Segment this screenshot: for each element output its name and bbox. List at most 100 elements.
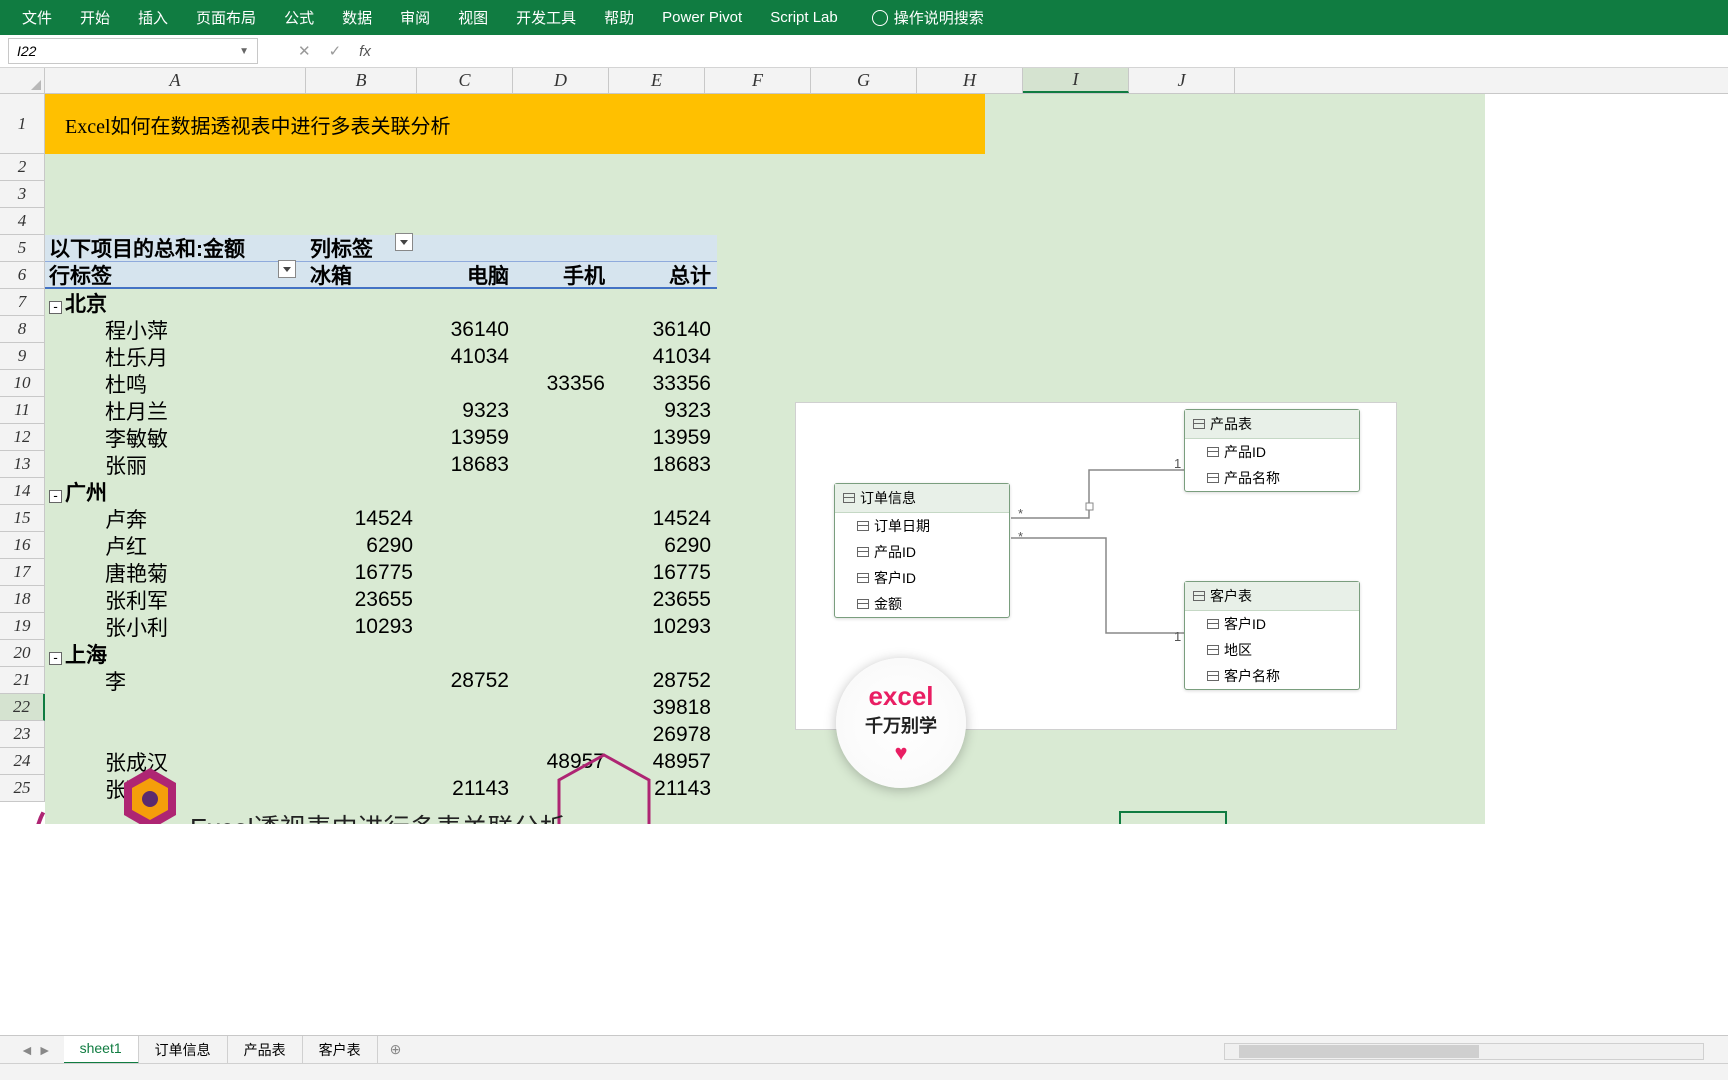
title-cell[interactable]: Excel如何在数据透视表中进行多表关联分析 xyxy=(45,94,985,154)
add-sheet-button[interactable]: ⊕ xyxy=(378,1037,414,1062)
sheet-tab-产品表[interactable]: 产品表 xyxy=(228,1036,303,1064)
lightbulb-icon xyxy=(872,10,888,26)
row-header-9[interactable]: 9 xyxy=(0,343,45,370)
ribbon-tab-插入[interactable]: 插入 xyxy=(124,0,182,35)
row-header-1[interactable]: 1 xyxy=(0,94,45,154)
erd-order-title: 订单信息 xyxy=(860,488,916,508)
col-header-B[interactable]: B xyxy=(306,68,417,93)
row-header-12[interactable]: 12 xyxy=(0,424,45,451)
fx-icon[interactable]: fx xyxy=(359,43,371,60)
tell-me-search[interactable]: 操作说明搜索 xyxy=(894,7,984,28)
col-header-J[interactable]: J xyxy=(1129,68,1235,93)
col-filter-dropdown[interactable] xyxy=(395,233,413,251)
col-header-G[interactable]: G xyxy=(811,68,917,93)
row-header-4[interactable]: 4 xyxy=(0,208,45,235)
table-icon xyxy=(1193,419,1205,429)
row-header-15[interactable]: 15 xyxy=(0,505,45,532)
collapse-icon[interactable]: - xyxy=(49,490,62,503)
formula-bar: I22 ▼ ✕ ✓ fx xyxy=(0,35,1728,68)
row-header-8[interactable]: 8 xyxy=(0,316,45,343)
row-header-5[interactable]: 5 xyxy=(0,235,45,262)
row-header-18[interactable]: 18 xyxy=(0,586,45,613)
erd-table-order[interactable]: 订单信息 订单日期产品ID客户ID金额 xyxy=(834,483,1010,618)
row-header-17[interactable]: 17 xyxy=(0,559,45,586)
row-header-25[interactable]: 25 xyxy=(0,775,45,802)
name-box[interactable]: I22 ▼ xyxy=(8,38,258,64)
worksheet-area[interactable]: 1Excel如何在数据透视表中进行多表关联分析23456789101112131… xyxy=(0,94,1728,824)
row-header-21[interactable]: 21 xyxy=(0,667,45,694)
row-header-13[interactable]: 13 xyxy=(0,451,45,478)
svg-text:*: * xyxy=(1018,529,1023,544)
video-caption: Excel透视表中进行多表关联分析 录制：千万别学Excel xyxy=(186,804,570,824)
svg-text:*: * xyxy=(1018,506,1023,521)
ribbon-tab-Power Pivot[interactable]: Power Pivot xyxy=(648,0,756,35)
ribbon-tab-视图[interactable]: 视图 xyxy=(444,0,502,35)
select-all-corner[interactable] xyxy=(0,68,45,93)
erd-field[interactable]: 客户ID xyxy=(835,565,1009,591)
row-header-7[interactable]: 7 xyxy=(0,289,45,316)
erd-field[interactable]: 订单日期 xyxy=(835,513,1009,539)
erd-table-customer[interactable]: 客户表 客户ID地区客户名称 xyxy=(1184,581,1360,690)
row-header-3[interactable]: 3 xyxy=(0,181,45,208)
row-header-2[interactable]: 2 xyxy=(0,154,45,181)
erd-field[interactable]: 地区 xyxy=(1185,637,1359,663)
row-header-23[interactable]: 23 xyxy=(0,721,45,748)
erd-field[interactable]: 金额 xyxy=(835,591,1009,617)
caption-title: Excel透视表中进行多表关联分析 xyxy=(190,808,566,824)
erd-customer-title: 客户表 xyxy=(1210,586,1252,606)
erd-field[interactable]: 产品名称 xyxy=(1185,465,1359,491)
field-icon xyxy=(857,599,869,609)
ribbon-tab-页面布局[interactable]: 页面布局 xyxy=(182,0,270,35)
field-icon xyxy=(1207,671,1219,681)
row-header-6[interactable]: 6 xyxy=(0,262,45,289)
tab-nav-arrows[interactable]: ◄ ► xyxy=(8,1042,64,1058)
field-icon xyxy=(857,547,869,557)
row-header-20[interactable]: 20 xyxy=(0,640,45,667)
ribbon-tab-开始[interactable]: 开始 xyxy=(66,0,124,35)
erd-field[interactable]: 产品ID xyxy=(835,539,1009,565)
col-header-C[interactable]: C xyxy=(417,68,513,93)
col-header-D[interactable]: D xyxy=(513,68,609,93)
formula-controls: ✕ ✓ fx xyxy=(298,42,371,60)
table-icon xyxy=(1193,591,1205,601)
row-header-14[interactable]: 14 xyxy=(0,478,45,505)
erd-field[interactable]: 产品ID xyxy=(1185,439,1359,465)
table-icon xyxy=(843,493,855,503)
row-header-19[interactable]: 19 xyxy=(0,613,45,640)
row-header-11[interactable]: 11 xyxy=(0,397,45,424)
collapse-icon[interactable]: - xyxy=(49,652,62,665)
erd-product-title: 产品表 xyxy=(1210,414,1252,434)
row-header-24[interactable]: 24 xyxy=(0,748,45,775)
ribbon-tab-帮助[interactable]: 帮助 xyxy=(590,0,648,35)
horizontal-scrollbar[interactable] xyxy=(1224,1043,1704,1060)
ribbon-tab-Script Lab[interactable]: Script Lab xyxy=(756,0,852,35)
row-header-10[interactable]: 10 xyxy=(0,370,45,397)
name-box-dropdown-icon[interactable]: ▼ xyxy=(239,46,249,57)
col-header-H[interactable]: H xyxy=(917,68,1023,93)
field-icon xyxy=(1207,619,1219,629)
col-header-A[interactable]: A xyxy=(45,68,306,93)
erd-field[interactable]: 客户名称 xyxy=(1185,663,1359,689)
sheet-tab-客户表[interactable]: 客户表 xyxy=(303,1036,378,1064)
svg-text:1: 1 xyxy=(1174,456,1181,471)
overlay-hex-logo xyxy=(120,766,180,824)
col-header-F[interactable]: F xyxy=(705,68,811,93)
erd-field[interactable]: 客户ID xyxy=(1185,611,1359,637)
row-header-16[interactable]: 16 xyxy=(0,532,45,559)
confirm-icon[interactable]: ✓ xyxy=(329,42,342,60)
row-header-22[interactable]: 22 xyxy=(0,694,45,721)
ribbon-tab-审阅[interactable]: 审阅 xyxy=(386,0,444,35)
col-header-I[interactable]: I xyxy=(1023,68,1129,93)
row-filter-dropdown[interactable] xyxy=(278,260,296,278)
erd-table-product[interactable]: 产品表 产品ID产品名称 xyxy=(1184,409,1360,492)
col-header-E[interactable]: E xyxy=(609,68,705,93)
ribbon-tab-公式[interactable]: 公式 xyxy=(270,0,328,35)
sheet-tab-订单信息[interactable]: 订单信息 xyxy=(139,1036,228,1064)
pivot-table[interactable]: 以下项目的总和:金额列标签行标签 冰箱电脑手机总计-北京程小萍361403614… xyxy=(45,235,717,802)
collapse-icon[interactable]: - xyxy=(49,301,62,314)
ribbon-tab-文件[interactable]: 文件 xyxy=(8,0,66,35)
cancel-icon[interactable]: ✕ xyxy=(298,42,311,60)
sheet-tab-sheet1[interactable]: sheet1 xyxy=(64,1036,139,1064)
ribbon-tab-开发工具[interactable]: 开发工具 xyxy=(502,0,590,35)
ribbon-tab-数据[interactable]: 数据 xyxy=(328,0,386,35)
